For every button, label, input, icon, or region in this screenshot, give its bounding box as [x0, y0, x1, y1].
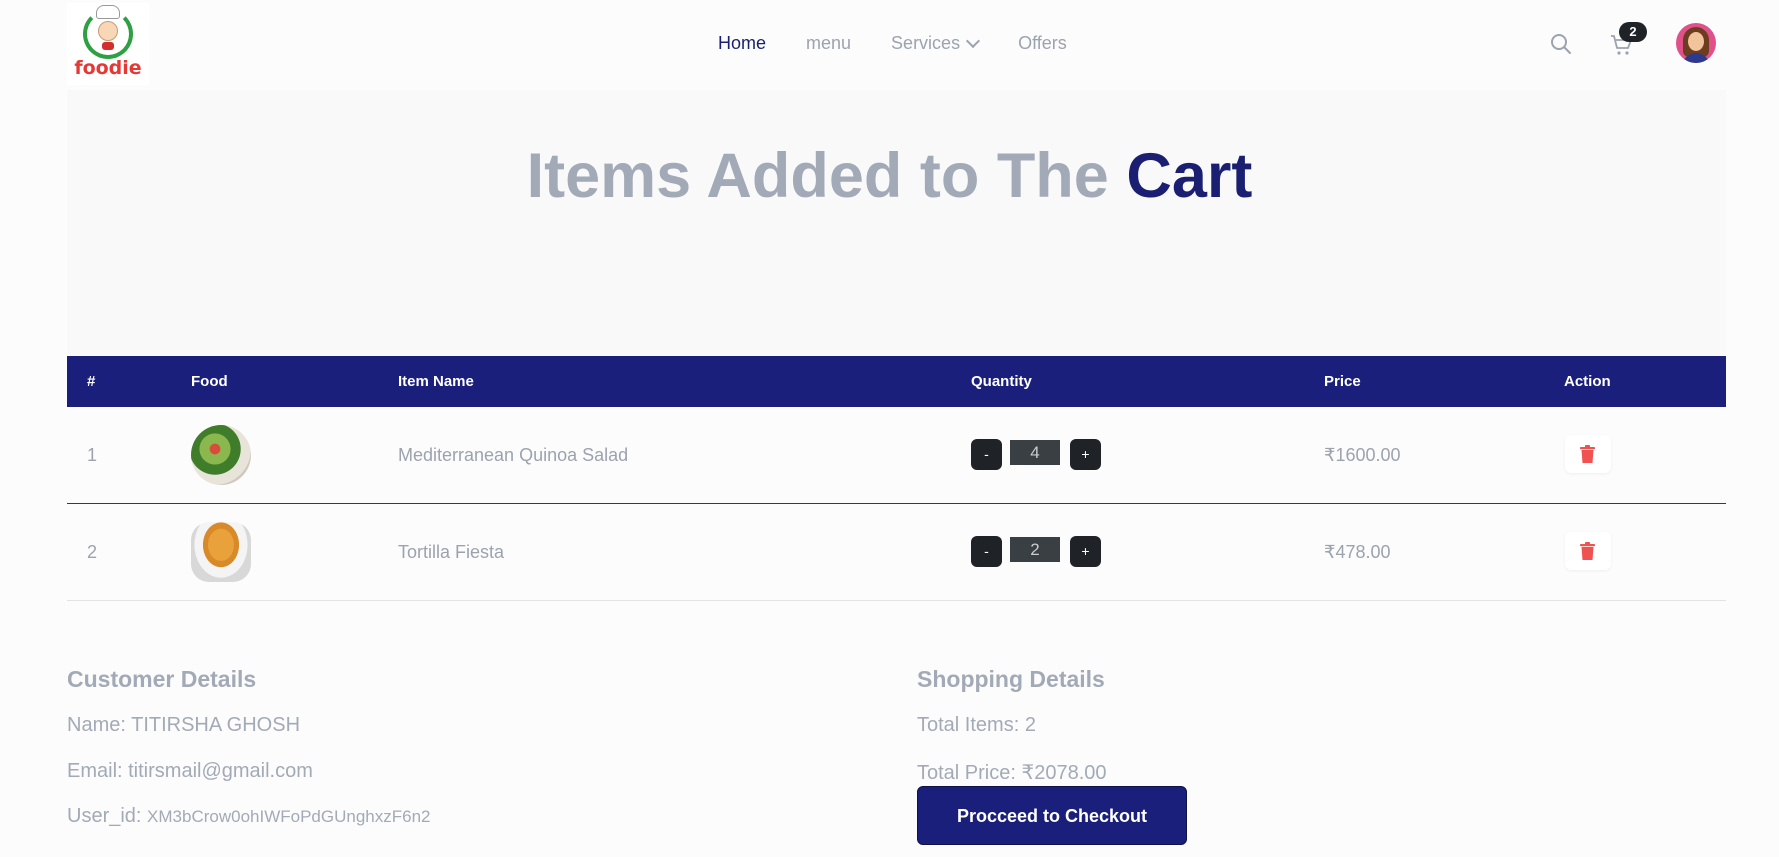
quantity-value: 2: [1010, 537, 1060, 562]
customer-email: Email: titirsmail@gmail.com: [67, 760, 313, 782]
customer-name: Name: TITIRSHA GHOSH: [67, 714, 301, 736]
checkout-button[interactable]: Procceed to Checkout: [917, 786, 1187, 845]
increment-button[interactable]: +: [1070, 536, 1101, 567]
logo-text: foodie: [74, 57, 142, 79]
avatar[interactable]: [1676, 23, 1716, 63]
hero-background: [67, 90, 1726, 355]
decrement-button[interactable]: -: [971, 439, 1002, 470]
item-name: Mediterranean Quinoa Salad: [398, 445, 629, 465]
column-header-food: Food: [191, 373, 228, 390]
nav-link-services-label: Services: [891, 33, 961, 53]
column-header-item-name: Item Name: [398, 373, 474, 390]
item-price: ₹478.00: [1324, 542, 1391, 562]
increment-button[interactable]: +: [1070, 439, 1101, 470]
cart-count-badge: 2: [1619, 22, 1647, 42]
user-id-value: XM3bCrow0ohIWFoPdGUnghxzF6n2: [147, 807, 431, 826]
chef-logo-icon: [83, 5, 133, 59]
salad-image: [191, 425, 251, 485]
nav-link-menu[interactable]: menu: [806, 33, 851, 54]
row-index: 2: [87, 542, 98, 562]
search-icon[interactable]: [1550, 33, 1572, 55]
cart-table: # Food Item Name Quantity Price Action 1…: [67, 356, 1726, 601]
total-items: Total Items: 2: [917, 714, 1036, 736]
quantity-value: 4: [1010, 440, 1060, 465]
column-header-index: #: [87, 373, 96, 390]
table-row: 2 Tortilla Fiesta - 2 + ₹478.00: [67, 504, 1726, 601]
table-header: # Food Item Name Quantity Price Action: [67, 356, 1726, 407]
delete-button[interactable]: [1565, 435, 1611, 473]
nav-link-services[interactable]: Services: [891, 33, 981, 54]
shopping-details-heading: Shopping Details: [917, 666, 1105, 692]
item-price: ₹1600.00: [1324, 445, 1401, 465]
nav-link-offers[interactable]: Offers: [1018, 33, 1067, 54]
page-title: Items Added to The Cart: [0, 140, 1779, 212]
item-name: Tortilla Fiesta: [398, 542, 505, 562]
customer-details-heading: Customer Details: [67, 666, 257, 692]
column-header-quantity: Quantity: [971, 373, 1032, 390]
delete-button[interactable]: [1565, 532, 1611, 570]
decrement-button[interactable]: -: [971, 536, 1002, 567]
user-id-label: User_id:: [67, 805, 142, 827]
column-header-price: Price: [1324, 373, 1361, 390]
nav-link-home[interactable]: Home: [718, 33, 766, 54]
column-header-action: Action: [1564, 373, 1611, 390]
chevron-down-icon: [966, 33, 981, 48]
trash-icon: [1580, 542, 1595, 560]
total-price: Total Price: ₹2078.00: [917, 762, 1107, 784]
customer-user-id: User_id: XM3bCrow0ohIWFoPdGUnghxzF6n2: [67, 805, 431, 828]
trash-icon: [1580, 445, 1595, 463]
page-title-part2: Cart: [1126, 141, 1253, 211]
row-index: 1: [87, 445, 98, 465]
table-row: 1 Mediterranean Quinoa Salad - 4 + ₹1600…: [67, 407, 1726, 504]
brand-logo[interactable]: foodie: [67, 3, 149, 85]
navbar: foodie Home menu Services Offers 2: [0, 0, 1779, 90]
soup-image: [191, 522, 251, 582]
page-title-part1: Items Added to The: [526, 141, 1109, 211]
nav-links: Home menu Services Offers: [718, 33, 1107, 54]
